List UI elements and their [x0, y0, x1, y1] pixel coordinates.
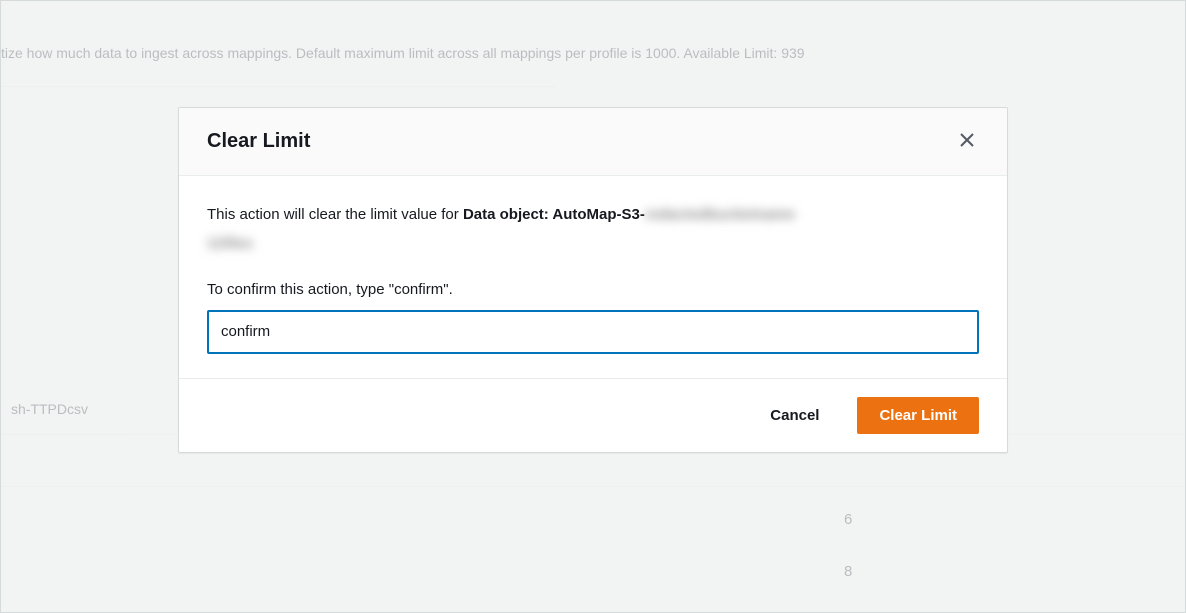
- clear-limit-modal: Clear Limit This action will clear the l…: [178, 107, 1008, 453]
- cancel-button[interactable]: Cancel: [748, 397, 841, 434]
- desc-object-redacted-2: 11files: [207, 235, 253, 252]
- modal-overlay: Clear Limit This action will clear the l…: [1, 1, 1185, 612]
- close-icon: [959, 132, 975, 151]
- close-button[interactable]: [955, 128, 979, 155]
- desc-prefix: This action will clear the limit value f…: [207, 206, 463, 223]
- modal-title: Clear Limit: [207, 130, 310, 153]
- desc-object-bold: Data object: AutoMap-S3-: [463, 206, 645, 223]
- confirm-input[interactable]: [207, 310, 979, 354]
- modal-header: Clear Limit: [179, 108, 1007, 176]
- modal-body: This action will clear the limit value f…: [179, 176, 1007, 378]
- modal-footer: Cancel Clear Limit: [179, 378, 1007, 452]
- confirm-instruction-label: To confirm this action, type "confirm".: [207, 279, 979, 302]
- modal-description-line2: 11files: [207, 233, 979, 256]
- desc-object-redacted: redactedbucketname: [645, 206, 795, 223]
- modal-description: This action will clear the limit value f…: [207, 204, 979, 227]
- clear-limit-button[interactable]: Clear Limit: [857, 397, 979, 434]
